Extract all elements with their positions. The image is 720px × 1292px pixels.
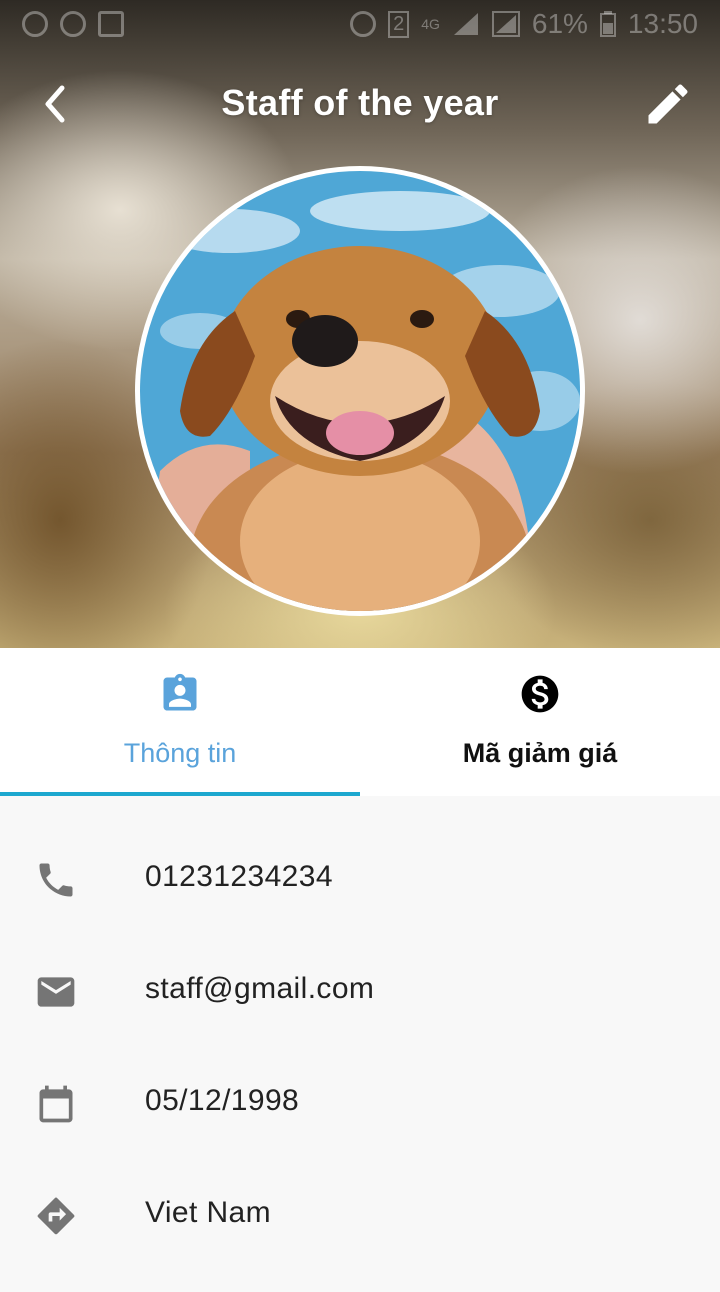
- tab-discount-label: Mã giảm giá: [462, 738, 618, 768]
- image-icon: [98, 11, 124, 37]
- puppy-photo-icon: [140, 171, 580, 611]
- birthday-value: 05/12/1998: [145, 1084, 300, 1117]
- battery-icon: [599, 11, 616, 37]
- avatar-frame: [135, 166, 585, 616]
- avatar[interactable]: [140, 171, 580, 611]
- country-value: Viet Nam: [145, 1196, 272, 1229]
- phone-row[interactable]: 01231234234: [0, 844, 720, 956]
- monetization-on-icon: [521, 675, 559, 713]
- network-type: 4G: [421, 16, 440, 32]
- status-bar: 2 4G 61% 13:50: [0, 0, 720, 48]
- phone-icon: [39, 863, 73, 897]
- signal-2-icon: [491, 11, 520, 37]
- calendar-icon: [39, 1085, 73, 1123]
- assignment-ind-icon: [163, 673, 197, 711]
- tab-bar: Thông tin Mã giảm giá: [0, 648, 720, 796]
- mail-icon: [37, 977, 75, 1007]
- toolbar: Staff of the year: [0, 56, 720, 152]
- pencil-icon: [648, 84, 688, 124]
- notification-icon: [22, 11, 48, 37]
- alarm-icon: [60, 11, 86, 37]
- edit-button[interactable]: [642, 78, 694, 130]
- clock: 13:50: [627, 8, 698, 39]
- email-row[interactable]: staff@gmail.com: [0, 956, 720, 1068]
- country-row[interactable]: Viet Nam: [0, 1180, 720, 1292]
- alarm-status-icon: [350, 11, 377, 37]
- signal-icon: [453, 13, 478, 35]
- sim-indicator: 2: [388, 10, 410, 38]
- phone-value: 01231234234: [145, 860, 333, 893]
- birthday-row[interactable]: 05/12/1998: [0, 1068, 720, 1180]
- directions-icon: [37, 1197, 75, 1235]
- tab-discount[interactable]: Mã giảm giá: [360, 648, 720, 796]
- page-title: Staff of the year: [221, 82, 499, 123]
- info-list: 01231234234 staff@gmail.com 05/12/1998 V…: [0, 796, 720, 1292]
- tab-info-label: Thông tin: [123, 738, 237, 768]
- profile-header: 2 4G 61% 13:50 Staff of the year: [0, 0, 720, 648]
- tab-info[interactable]: Thông tin: [0, 648, 360, 796]
- battery-percent: 61%: [531, 8, 588, 39]
- email-value: staff@gmail.com: [145, 972, 375, 1005]
